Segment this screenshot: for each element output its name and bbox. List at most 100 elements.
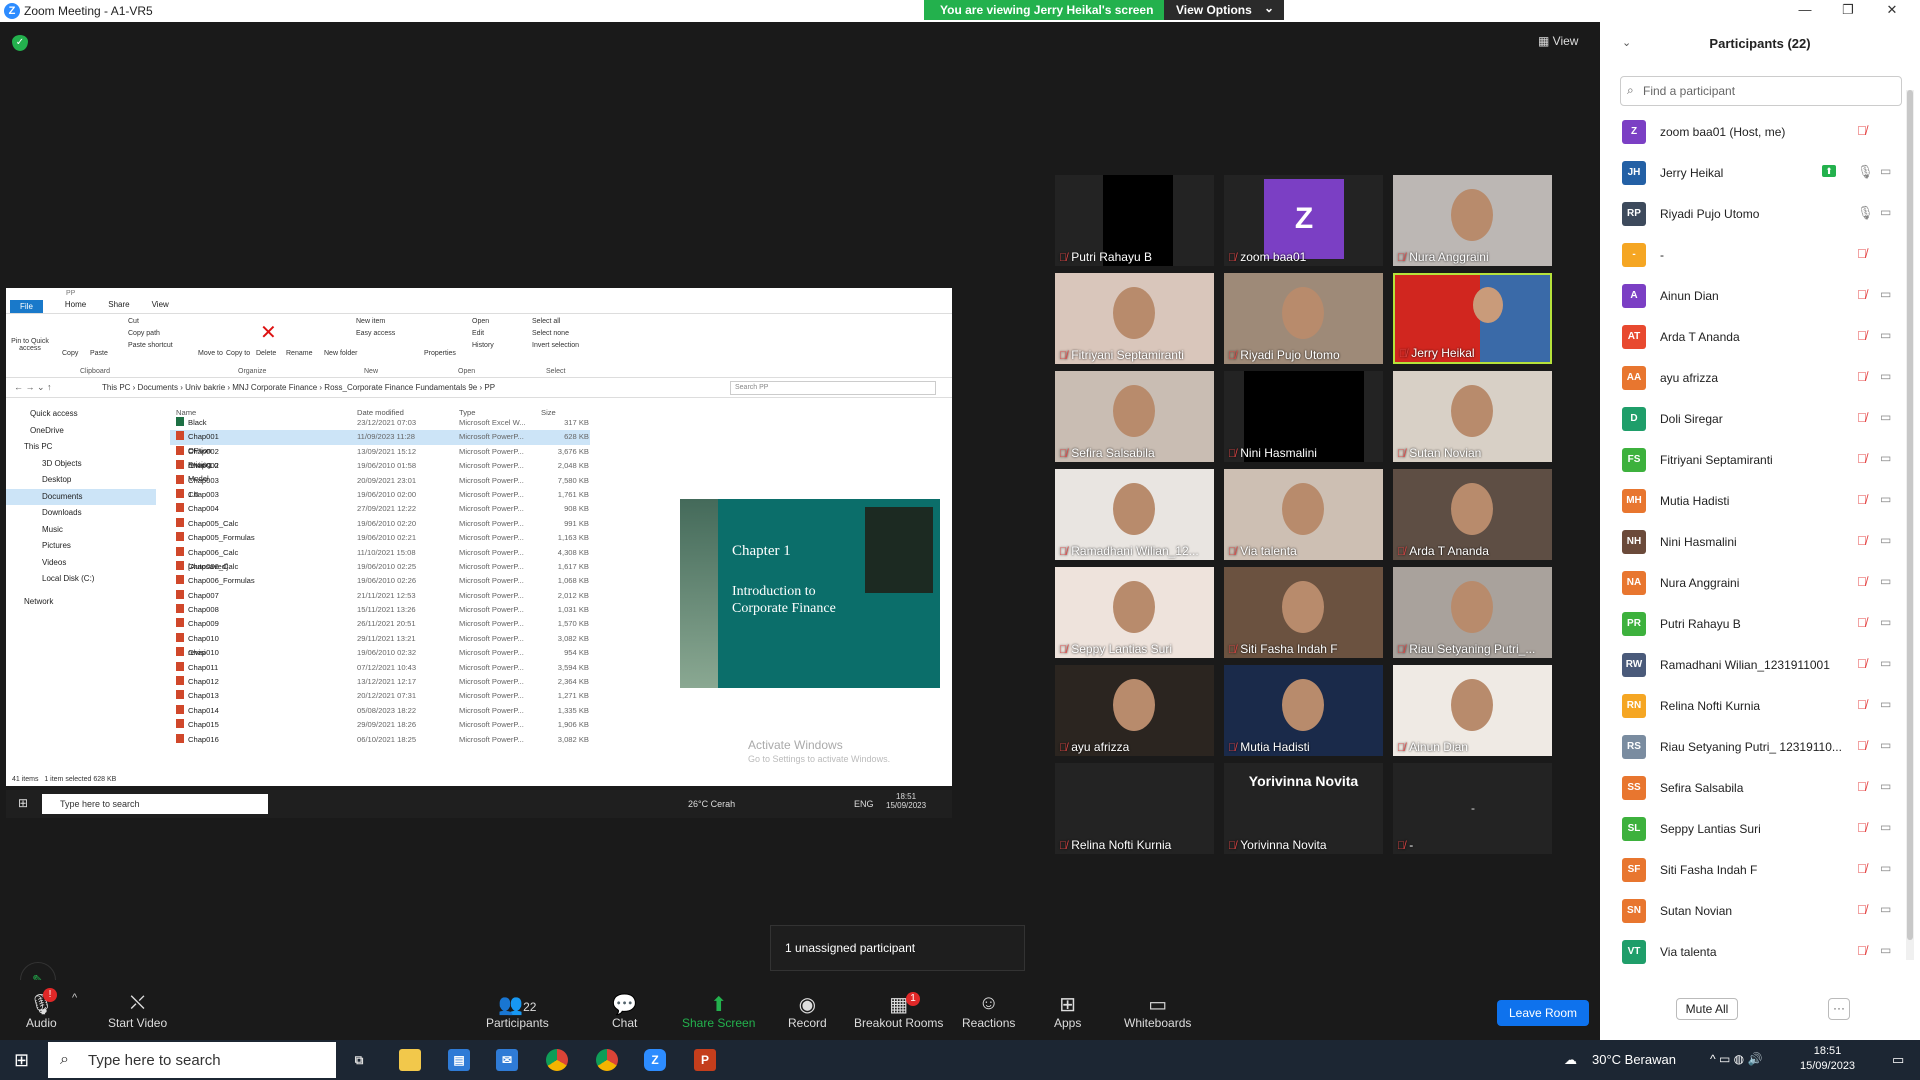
- file-row[interactable]: Chap014 05/08/2023 18:22 Microsoft PowerP.…: [170, 704, 590, 718]
- file-row[interactable]: Chap010 revisi 29/11/2021 13:21 Microsoft …: [170, 632, 590, 657]
- nav-quick-access[interactable]: Quick access: [6, 406, 156, 423]
- file-row[interactable]: Chap008 15/11/2021 13:26 Microsoft PowerP.…: [170, 603, 590, 617]
- participant-row[interactable]: NH Nini Hasmalini 🎙̸ ▭: [1600, 522, 1910, 563]
- ribbon-edit-button[interactable]: Edit: [472, 330, 484, 337]
- file-row[interactable]: Chap016 06/10/2021 18:25 Microsoft PowerP.…: [170, 733, 590, 747]
- ribbon-history-button[interactable]: History: [472, 342, 494, 349]
- microphone-icon[interactable]: 🎙: [1857, 205, 1874, 221]
- zoom-taskbar-icon[interactable]: Z: [644, 1049, 666, 1071]
- taskbar-search[interactable]: ⌕ Type here to search: [48, 1042, 336, 1078]
- ribbon-copy-button[interactable]: Copy: [62, 350, 78, 357]
- video-tile[interactable]: 🎙̸ Arda T Ananda: [1393, 469, 1552, 560]
- nav-network[interactable]: Network: [6, 594, 156, 611]
- breakout-rooms-button[interactable]: ▦ Breakout Rooms: [854, 992, 943, 1030]
- address-path[interactable]: This PC › Documents › Univ bakrie › MNJ …: [102, 383, 495, 392]
- ribbon-select-none-button[interactable]: Select none: [532, 330, 569, 337]
- apps-button[interactable]: ⊞ Apps: [1054, 992, 1081, 1030]
- notification-icon[interactable]: ▭: [1892, 1052, 1904, 1068]
- video-tile[interactable]: 🎙̸ Seppy Lantias Suri: [1055, 567, 1214, 658]
- muted-mic-icon[interactable]: 🎙̸: [1857, 492, 1867, 507]
- view-options-button[interactable]: View Options ⌄: [1164, 0, 1284, 20]
- participant-row[interactable]: D Doli Siregar 🎙̸ ▭: [1600, 399, 1910, 440]
- participant-row[interactable]: SS Sefira Salsabila 🎙̸ ▭: [1600, 768, 1910, 809]
- ribbon-move-to-button[interactable]: Move to: [198, 350, 223, 357]
- muted-mic-icon[interactable]: 🎙̸: [1857, 369, 1867, 384]
- participant-row[interactable]: RP Riyadi Pujo Utomo 🎙 ▭: [1600, 194, 1910, 235]
- participant-row[interactable]: PR Putri Rahayu B 🎙̸ ▭: [1600, 604, 1910, 645]
- participant-row[interactable]: MH Mutia Hadisti 🎙̸ ▭: [1600, 481, 1910, 522]
- muted-mic-icon[interactable]: 🎙̸: [1857, 738, 1867, 753]
- file-row[interactable]: Chap003 19/06/2010 02:00 Microsoft PowerP.…: [170, 488, 590, 502]
- participant-row[interactable]: SL Seppy Lantias Suri 🎙̸ ▭: [1600, 809, 1910, 850]
- file-row[interactable]: Chap002 19/06/2010 01:58 Microsoft PowerP.…: [170, 459, 590, 473]
- file-row[interactable]: Chap006_Calc [Autosaved] 11/10/2021 15:08…: [170, 546, 590, 571]
- video-tile[interactable]: 🎙̸ Via talenta: [1224, 469, 1383, 560]
- video-tile[interactable]: 🎙̸ Mutia Hadisti: [1224, 665, 1383, 756]
- video-tile[interactable]: 🎙̸ Sefira Salsabila: [1055, 371, 1214, 462]
- muted-mic-icon[interactable]: 🎙̸: [1857, 779, 1867, 794]
- chrome-icon[interactable]: [546, 1049, 568, 1071]
- participant-row[interactable]: JH Jerry Heikal ⬆ 🎙 ▭: [1600, 153, 1910, 194]
- muted-mic-icon[interactable]: 🎙̸: [1857, 820, 1867, 835]
- video-tile[interactable]: 🎙̸ Ramadhani Wilian_12...: [1055, 469, 1214, 560]
- ribbon-rename-button[interactable]: Rename: [286, 350, 312, 357]
- reactions-button[interactable]: ☺ Reactions: [962, 992, 1015, 1030]
- ribbon-select-all-button[interactable]: Select all: [532, 318, 560, 325]
- video-tile[interactable]: 🎙̸ Fitriyani Septamiranti: [1055, 273, 1214, 364]
- video-tile[interactable]: 🎙̸ Nura Anggraini: [1393, 175, 1552, 266]
- muted-mic-icon[interactable]: 🎙̸: [1857, 861, 1867, 876]
- muted-mic-icon[interactable]: 🎙̸: [1857, 574, 1867, 589]
- participant-row[interactable]: Zzoom baa01 (Host, me) 🎙̸: [1600, 112, 1910, 153]
- ribbon-invert-selection-button[interactable]: Invert selection: [532, 342, 579, 349]
- tab-home[interactable]: Home: [65, 300, 86, 313]
- whiteboards-button[interactable]: ▭ Whiteboards: [1124, 992, 1191, 1030]
- chat-button[interactable]: 💬 Chat: [612, 992, 637, 1030]
- nav-desktop[interactable]: Desktop: [6, 472, 156, 489]
- participant-row[interactable]: RN Relina Nofti Kurnia 🎙̸ ▭: [1600, 686, 1910, 727]
- participant-row[interactable]: AT Arda T Ananda 🎙̸ ▭: [1600, 317, 1910, 358]
- ribbon-copy-path-button[interactable]: Copy path: [128, 330, 160, 337]
- muted-mic-icon[interactable]: 🎙̸: [1857, 943, 1867, 958]
- file-row[interactable]: Chap003 1.0 20/09/2021 23:01 Microsoft Pow…: [170, 474, 590, 499]
- file-row[interactable]: Chap007 21/11/2021 12:53 Microsoft PowerP.…: [170, 589, 590, 603]
- file-row[interactable]: Chap010 19/06/2010 02:32 Microsoft PowerP.…: [170, 646, 590, 660]
- unassigned-participant-notice[interactable]: 1 unassigned participant: [770, 925, 1025, 971]
- system-tray-icons[interactable]: ^ ▭ ◍ 🔊: [1710, 1052, 1762, 1066]
- muted-mic-icon[interactable]: 🎙̸: [1857, 902, 1867, 917]
- muted-mic-icon[interactable]: 🎙̸: [1857, 697, 1867, 712]
- nav-downloads[interactable]: Downloads: [6, 505, 156, 522]
- participant-row[interactable]: FS Fitriyani Septamiranti 🎙̸ ▭: [1600, 440, 1910, 481]
- chrome-profile-icon[interactable]: [596, 1049, 618, 1071]
- file-row[interactable]: Chap011 07/12/2021 10:43 Microsoft PowerP.…: [170, 661, 590, 675]
- nav-pictures[interactable]: Pictures: [6, 538, 156, 555]
- file-row[interactable]: Chap005_Calc 19/06/2010 02:20 Microsoft Po…: [170, 517, 590, 531]
- nav-onedrive[interactable]: OneDrive: [6, 423, 156, 440]
- muted-mic-icon[interactable]: 🎙̸: [1857, 410, 1867, 425]
- explorer-search-input[interactable]: Search PP: [730, 381, 936, 395]
- taskbar-clock[interactable]: 18:51 15/09/2023: [1800, 1044, 1855, 1074]
- ribbon-paste-shortcut-button[interactable]: Paste shortcut: [128, 342, 173, 349]
- video-tile[interactable]: 🎙̸ ayu afrizza: [1055, 665, 1214, 756]
- file-row[interactable]: Chap006_Formulas 19/06/2010 02:26 Microsof…: [170, 574, 590, 588]
- file-row[interactable]: Chap006_Calc 19/06/2010 02:25 Microsoft Po…: [170, 560, 590, 574]
- tab-view[interactable]: View: [152, 300, 169, 313]
- video-tile[interactable]: 🎙̸ Riau Setyaning Putri_...: [1393, 567, 1552, 658]
- participant-row[interactable]: AA ayu afrizza 🎙̸ ▭: [1600, 358, 1910, 399]
- file-explorer-icon[interactable]: [399, 1049, 421, 1071]
- participant-row[interactable]: SF Siti Fasha Indah F 🎙̸ ▭: [1600, 850, 1910, 891]
- mail-icon[interactable]: ✉: [496, 1049, 518, 1071]
- file-row[interactable]: Chap001 11/09/2023 11:28 Microsoft PowerP.…: [170, 430, 590, 445]
- muted-mic-icon[interactable]: 🎙̸: [1857, 615, 1867, 630]
- nav-local-disk[interactable]: Local Disk (C:): [6, 571, 156, 588]
- share-screen-button[interactable]: ⬆ Share Screen: [682, 992, 755, 1030]
- file-row[interactable]: Chap002 revisi 1.0 13/09/2021 15:12 Micros…: [170, 445, 590, 470]
- participant-row[interactable]: NA Nura Anggraini 🎙̸ ▭: [1600, 563, 1910, 604]
- file-row[interactable]: Chap012 13/12/2021 12:17 Microsoft PowerP.…: [170, 675, 590, 689]
- participant-row[interactable]: SN Sutan Novian 🎙̸ ▭: [1600, 891, 1910, 932]
- video-tile[interactable]: Yorivinna Novita 🎙̸ Yorivinna Novita: [1224, 763, 1383, 854]
- record-button[interactable]: ◉ Record: [788, 992, 827, 1030]
- minimize-button[interactable]: —: [1793, 2, 1817, 20]
- ribbon-properties-button[interactable]: Properties: [424, 350, 456, 357]
- nav-arrows-icon[interactable]: ← → ⌄ ↑: [14, 382, 52, 393]
- store-icon[interactable]: ▤: [448, 1049, 470, 1071]
